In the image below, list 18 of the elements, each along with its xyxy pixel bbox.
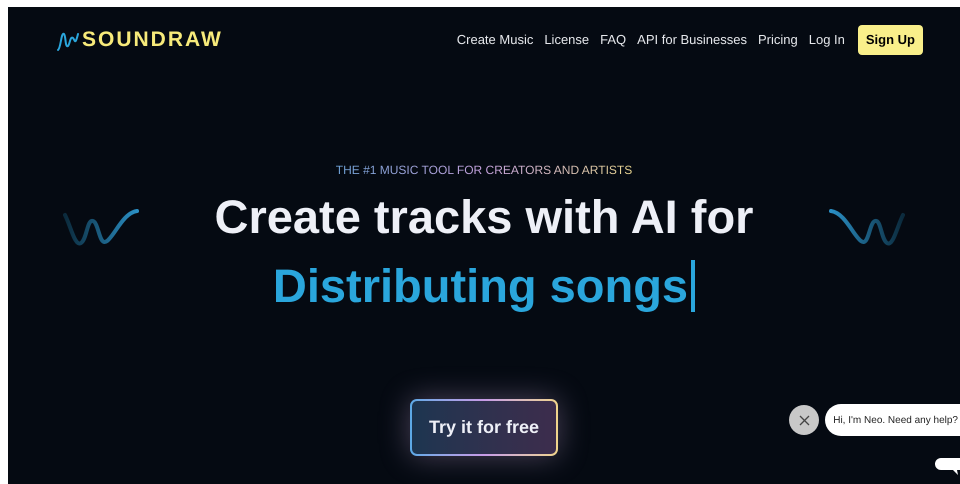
hero-heading: Create tracks with AI for (214, 188, 754, 244)
sign-up-button[interactable]: Sign Up (858, 25, 923, 54)
text-cursor (691, 260, 696, 312)
nav-link[interactable]: FAQ (600, 30, 626, 50)
typed-heading: Distributing songs (272, 258, 688, 314)
wave-icon (63, 206, 139, 248)
close-icon (798, 414, 810, 426)
nav-link[interactable]: Create Music (456, 30, 534, 50)
chat-icon (935, 458, 960, 476)
nav-link[interactable]: License (544, 30, 590, 50)
nav-link[interactable]: API for Businesses (637, 30, 747, 50)
chat-message: Hi, I'm Neo. Need any help? (833, 414, 958, 428)
nav-link[interactable]: Log In (808, 30, 845, 50)
wave-icon (828, 206, 905, 248)
try-free-button[interactable]: Try it for free (412, 400, 556, 454)
nav-link[interactable]: Pricing (758, 30, 798, 50)
logo-text[interactable]: SOUNDRAW (82, 24, 223, 56)
close-button[interactable] (789, 405, 820, 435)
